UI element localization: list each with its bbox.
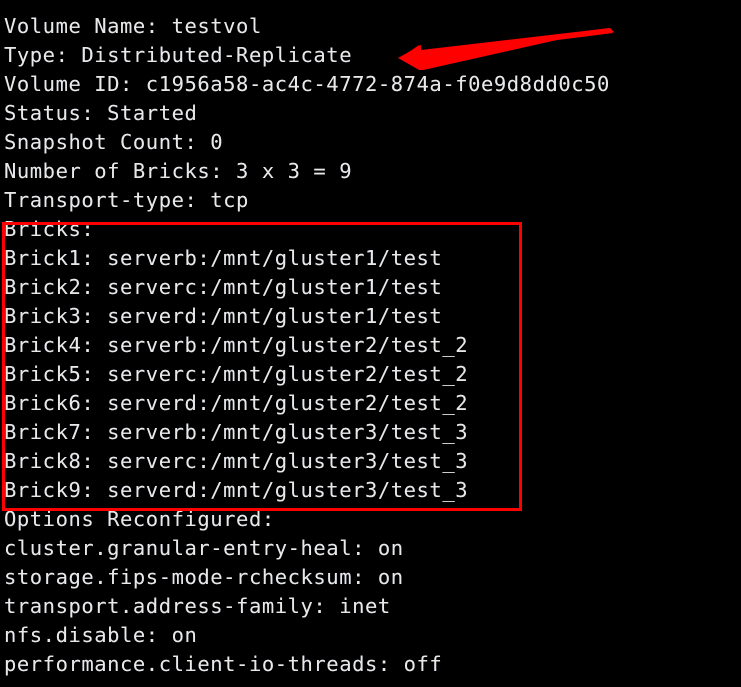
terminal-line-option-fips-mode-rchecksum: storage.fips-mode-rchecksum: on [4,565,404,589]
terminal-line-brick9: Brick9: serverd:/mnt/gluster3/test_3 [4,478,469,502]
terminal-line-type: Type: Distributed-Replicate [4,43,353,67]
terminal-screenshot: Volume Name: testvol Type: Distributed-R… [0,0,741,687]
terminal-line-brick8: Brick8: serverc:/mnt/gluster3/test_3 [4,449,469,473]
terminal-line-brick5: Brick5: serverc:/mnt/gluster2/test_2 [4,362,469,386]
terminal-line-brick3: Brick3: serverd:/mnt/gluster1/test [4,304,443,328]
terminal-line-snapshot-count: Snapshot Count: 0 [4,130,224,154]
terminal-line-transport-type: Transport-type: tcp [4,188,249,212]
terminal-line-brick4: Brick4: serverb:/mnt/gluster2/test_2 [4,333,469,357]
terminal-line-option-address-family: transport.address-family: inet [4,594,391,618]
terminal-line-option-nfs-disable: nfs.disable: on [4,623,198,647]
terminal-output[interactable]: Volume Name: testvol Type: Distributed-R… [0,0,741,687]
terminal-line-brick2: Brick2: serverc:/mnt/gluster1/test [4,275,443,299]
terminal-line-bricks-header: Bricks: [4,217,95,241]
terminal-line-options-header: Options Reconfigured: [4,507,275,531]
terminal-line-option-granular-entry-heal: cluster.granular-entry-heal: on [4,536,404,560]
terminal-line-volume-name: Volume Name: testvol [4,14,262,38]
terminal-line-brick1: Brick1: serverb:/mnt/gluster1/test [4,246,443,270]
terminal-line-brick7: Brick7: serverb:/mnt/gluster3/test_3 [4,420,469,444]
terminal-line-brick6: Brick6: serverd:/mnt/gluster2/test_2 [4,391,469,415]
terminal-line-option-client-io-threads: performance.client-io-threads: off [4,652,443,676]
terminal-line-status: Status: Started [4,101,198,125]
terminal-line-volume-id: Volume ID: c1956a58-ac4c-4772-874a-f0e9d… [4,72,610,96]
terminal-line-number-of-bricks: Number of Bricks: 3 x 3 = 9 [4,159,353,183]
